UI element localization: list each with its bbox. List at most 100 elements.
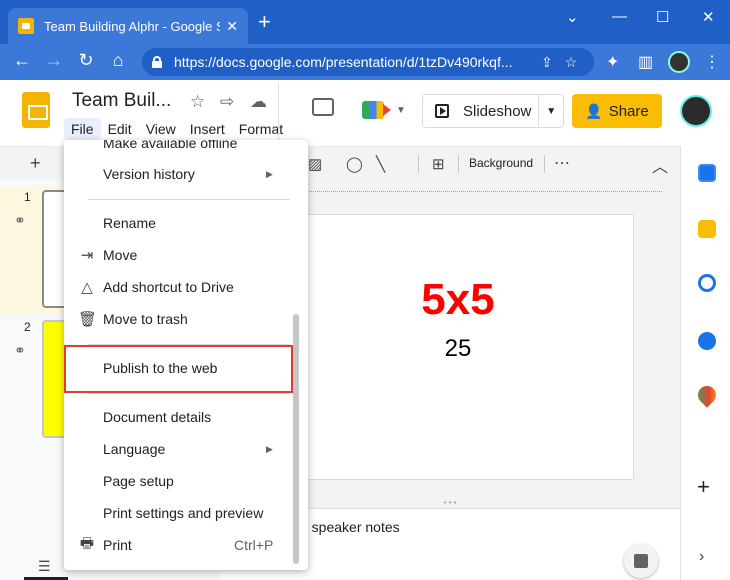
- slide-number: 1: [24, 190, 31, 204]
- slide-subtitle[interactable]: 25: [281, 335, 635, 363]
- menu-item-label: Print settings and preview: [103, 505, 264, 521]
- share-page-icon[interactable]: ⇪: [541, 54, 553, 71]
- current-slide[interactable]: 5x5 25: [280, 214, 634, 480]
- grid-view-icon[interactable]: ☰: [38, 558, 51, 575]
- explore-icon: [634, 554, 648, 568]
- home-icon[interactable]: ⌂: [106, 50, 130, 71]
- filmstrip-slide-2[interactable]: 2 ⚭: [0, 316, 72, 444]
- tasks-icon[interactable]: [698, 274, 716, 292]
- background-button[interactable]: Background: [469, 156, 533, 170]
- menu-item-print[interactable]: 🖶 Print Ctrl+P: [64, 529, 296, 561]
- menu-item-label: Language: [103, 441, 166, 457]
- menu-item-rename[interactable]: Rename: [64, 207, 296, 239]
- tab-title: Team Building Alphr - Google Slides: [44, 18, 220, 34]
- share-button[interactable]: 👤 Share: [572, 94, 662, 128]
- bookmark-star-icon[interactable]: ☆: [565, 54, 578, 71]
- meet-button[interactable]: ▼: [362, 96, 408, 124]
- submenu-arrow-icon: ▶: [266, 168, 273, 179]
- link-icon: ⚭: [14, 342, 26, 358]
- menu-item-version-history[interactable]: Version history ▶: [64, 158, 296, 190]
- menu-item-label: Document details: [103, 409, 212, 425]
- print-shortcut: Ctrl+P: [234, 537, 274, 553]
- slideshow-button-group: Slideshow ▼: [422, 94, 564, 128]
- hide-side-panel-icon[interactable]: ›: [699, 548, 704, 566]
- menu-item-make-offline[interactable]: Make available offline: [64, 140, 296, 159]
- new-tab-button[interactable]: +: [258, 11, 271, 33]
- omnibox[interactable]: https://docs.google.com/presentation/d/1…: [142, 48, 594, 76]
- menu-item-label: Rename: [103, 215, 156, 231]
- filmstrip-slide-1[interactable]: 1 ⚭: [0, 186, 72, 314]
- slideshow-button[interactable]: Slideshow: [423, 95, 540, 127]
- lock-icon[interactable]: [152, 56, 162, 68]
- menu-item-label: Move: [103, 247, 138, 263]
- collapse-toolbar-icon[interactable]: ︿: [652, 153, 668, 177]
- line-icon[interactable]: ╲: [376, 155, 385, 173]
- link-icon: ⚭: [14, 212, 26, 228]
- calendar-icon[interactable]: [698, 164, 716, 182]
- tab-search-icon[interactable]: ⌄: [566, 8, 579, 26]
- contacts-icon[interactable]: [698, 332, 716, 350]
- comment-history-icon[interactable]: [312, 98, 334, 116]
- image-icon[interactable]: ▨: [308, 155, 322, 173]
- slide-heading[interactable]: 5x5: [281, 275, 635, 325]
- document-title[interactable]: Team Buil...: [72, 90, 171, 112]
- minimize-button[interactable]: —: [612, 8, 627, 25]
- browser-profile-avatar[interactable]: [668, 51, 690, 73]
- menu-item-label: Move to trash: [103, 311, 188, 327]
- side-panel: + ›: [680, 146, 730, 580]
- maximize-button[interactable]: ☐: [656, 8, 669, 26]
- url-text[interactable]: https://docs.google.com/presentation/d/1…: [174, 54, 529, 70]
- speaker-notes-placeholder: d speaker notes: [300, 519, 400, 535]
- menu-item-page-setup[interactable]: Page setup: [64, 465, 296, 497]
- more-options-icon[interactable]: ⋯: [554, 153, 570, 173]
- maps-icon[interactable]: [694, 382, 720, 408]
- browser-menu-icon[interactable]: ⋮: [704, 52, 720, 72]
- menu-format[interactable]: Format: [232, 118, 290, 140]
- cloud-status-icon[interactable]: ☁: [250, 92, 267, 112]
- slides-logo-icon[interactable]: [22, 92, 50, 128]
- menu-bar: File Edit View Insert Format: [64, 118, 290, 140]
- side-panel-icon[interactable]: ▥: [638, 52, 653, 72]
- shape-icon[interactable]: ◯: [346, 155, 363, 173]
- drive-shortcut-icon: △: [81, 279, 93, 296]
- new-slide-button[interactable]: +: [30, 153, 41, 174]
- menu-file[interactable]: File: [64, 118, 101, 140]
- tab-close-icon[interactable]: ✕: [226, 18, 238, 35]
- close-window-button[interactable]: ✕: [702, 8, 715, 26]
- insert-comment-icon[interactable]: ⊞: [432, 155, 445, 173]
- play-icon: [435, 104, 449, 118]
- menu-scrollbar[interactable]: [293, 314, 299, 564]
- menu-separator: [88, 393, 290, 394]
- slide-number: 2: [24, 320, 31, 334]
- menu-item-print-settings[interactable]: Print settings and preview: [64, 497, 296, 529]
- menu-edit[interactable]: Edit: [101, 118, 139, 140]
- keep-icon[interactable]: [698, 220, 716, 238]
- menu-item-label: Page setup: [103, 473, 174, 489]
- account-avatar[interactable]: [680, 95, 712, 127]
- menu-item-move-to-trash[interactable]: 🗑 Move to trash: [64, 303, 296, 335]
- move-folder-icon[interactable]: ⇨: [220, 92, 234, 112]
- toolbar-divider: [544, 155, 545, 173]
- meet-caret-icon: ▼: [396, 104, 406, 116]
- move-icon: ⇥: [80, 247, 94, 264]
- slides-favicon-icon: [18, 18, 34, 34]
- menu-insert[interactable]: Insert: [183, 118, 232, 140]
- star-icon[interactable]: ☆: [190, 92, 205, 112]
- back-icon[interactable]: ←: [10, 50, 34, 71]
- menu-item-move[interactable]: ⇥ Move: [64, 239, 296, 271]
- extensions-icon[interactable]: ✦: [606, 52, 619, 72]
- explore-button[interactable]: [624, 544, 658, 578]
- slideshow-options-caret-icon[interactable]: ▼: [539, 106, 563, 117]
- printer-icon: 🖶: [79, 534, 95, 552]
- get-addons-icon[interactable]: +: [697, 474, 710, 500]
- menu-item-label: Add shortcut to Drive: [103, 279, 234, 295]
- menu-item-add-shortcut[interactable]: △ Add shortcut to Drive: [64, 271, 296, 303]
- menu-item-document-details[interactable]: Document details: [64, 401, 296, 433]
- menu-view[interactable]: View: [139, 118, 183, 140]
- browser-tab[interactable]: Team Building Alphr - Google Slides ✕: [8, 8, 248, 44]
- forward-icon[interactable]: →: [42, 50, 66, 71]
- reload-icon[interactable]: ↻: [74, 50, 98, 71]
- toolbar-divider: [458, 155, 459, 173]
- menu-item-language[interactable]: Language ▶: [64, 433, 296, 465]
- trash-icon: 🗑: [78, 311, 98, 328]
